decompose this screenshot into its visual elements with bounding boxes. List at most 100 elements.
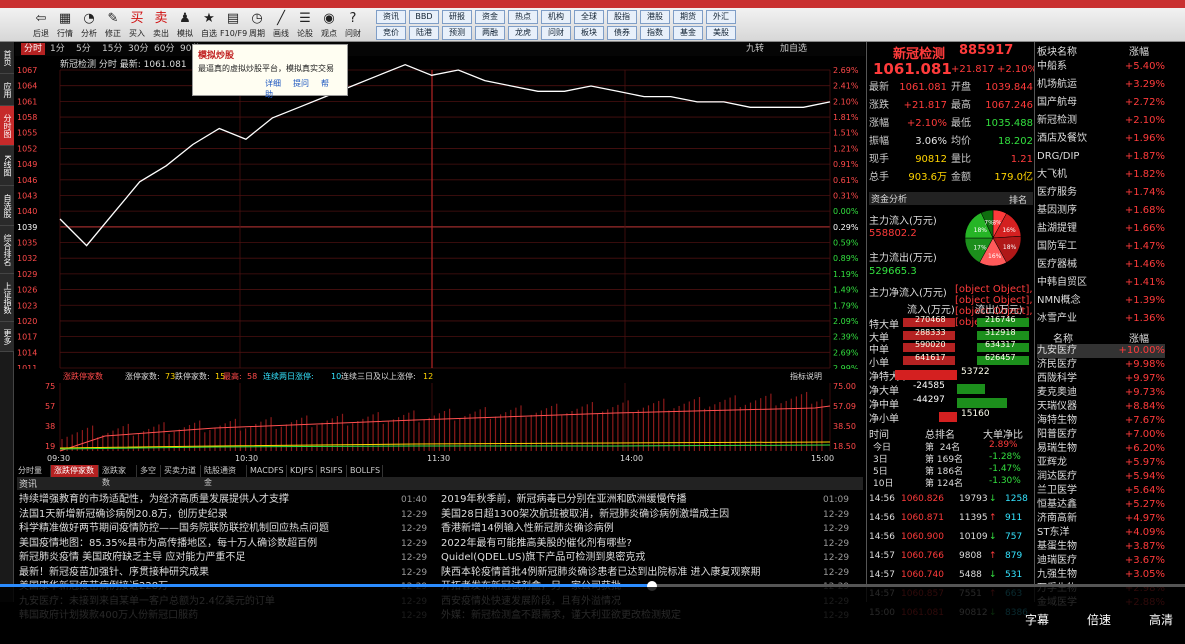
- toolbar-forum-button[interactable]: ☰ 论股: [292, 9, 318, 41]
- toolbar-favorite-button[interactable]: ★ 自选: [196, 9, 222, 41]
- toolbar-small-button[interactable]: 期货: [673, 10, 703, 24]
- stock-row[interactable]: 兰卫医学 +5.64%: [1037, 484, 1165, 498]
- toolbar-small-button[interactable]: 指数: [640, 26, 670, 40]
- stock-row[interactable]: 济民医疗 +9.98%: [1037, 358, 1165, 372]
- news-item[interactable]: 美国28日超1300架次航班被取消，新冠肺炎确诊病例激增成主因: [441, 508, 817, 522]
- intraday-chart[interactable]: 1067106410611058105510521049104610431040…: [15, 56, 865, 464]
- toolbar-simulate-button[interactable]: ♟ 模拟: [172, 9, 198, 41]
- news-item[interactable]: 2019年秋季前，新冠病毒已分别在亚洲和欧洲缓慢传播: [441, 493, 817, 507]
- toolbar-small-button[interactable]: 港股: [640, 10, 670, 24]
- sector-row[interactable]: 新冠检测 +2.10%: [1037, 112, 1165, 129]
- popup-link-1[interactable]: 提问: [293, 79, 309, 88]
- sector-row[interactable]: 中船系 +5.40%: [1037, 58, 1165, 75]
- left-tab-7[interactable]: 更多: [0, 322, 14, 352]
- news-item[interactable]: 法国1天新增新冠确诊病例20.8万，创历史纪录: [19, 508, 397, 522]
- toolbar-small-button[interactable]: 热点: [508, 10, 538, 24]
- news-item[interactable]: 科学精准做好两节期间疫情防控——国务院联防联控机制回应热点问题: [19, 522, 397, 536]
- toolbar-opinion-button[interactable]: ◉ 观点: [316, 9, 342, 41]
- sector-row[interactable]: NMN概念 +1.39%: [1037, 292, 1165, 309]
- stock-row[interactable]: 恒基达鑫 +5.27%: [1037, 498, 1165, 512]
- toolbar-back-button[interactable]: ⇦ 后退: [28, 9, 54, 41]
- sector-header-change[interactable]: 涨幅: [1129, 43, 1149, 58]
- stock-row[interactable]: 麦克奥迪 +9.73%: [1037, 386, 1165, 400]
- chart-control-0[interactable]: 九转: [743, 43, 767, 55]
- chart-tab-分时[interactable]: 分时: [21, 43, 46, 55]
- sector-row[interactable]: 冰雪产业 +1.36%: [1037, 310, 1165, 327]
- stock-header-change[interactable]: 涨幅: [1129, 330, 1149, 345]
- quality-button[interactable]: 高清: [1149, 611, 1173, 628]
- indicator-tab-0[interactable]: 分时量: [15, 465, 51, 477]
- chart-tab-5分[interactable]: 5分: [73, 43, 94, 55]
- toolbar-revise-button[interactable]: ✎ 修正: [100, 9, 126, 41]
- toolbar-small-button[interactable]: 板块: [574, 26, 604, 40]
- sim-trade-popup[interactable]: 模拟炒股 最逼真的虚拟炒股平台，模拟真实交易 详细 提问 帮助: [192, 44, 348, 99]
- sector-header-name[interactable]: 板块名称: [1037, 43, 1077, 58]
- stock-row[interactable]: 润达医疗 +5.94%: [1037, 470, 1165, 484]
- toolbar-sell-button[interactable]: 卖卖出: [148, 9, 174, 41]
- stock-row[interactable]: 易瑞生物 +6.20%: [1037, 442, 1165, 456]
- left-tab-6[interactable]: 上证指数: [0, 274, 14, 322]
- fund-rank-button[interactable]: 排名: [1009, 193, 1027, 206]
- toolbar-small-button[interactable]: 资讯: [376, 10, 406, 24]
- news-item[interactable]: 陕西本轮疫情首批4例新冠肺炎确诊患者已达到出院标准 进入康复观察期: [441, 566, 817, 580]
- toolbar-small-button[interactable]: 两融: [475, 26, 505, 40]
- indicator-tab-6[interactable]: MACDFS: [247, 465, 287, 477]
- stock-row[interactable]: 海特生物 +7.67%: [1037, 414, 1165, 428]
- left-tab-3[interactable]: K线图: [0, 146, 14, 186]
- toolbar-analysis-button[interactable]: ◔ 分析: [76, 9, 102, 41]
- sector-row[interactable]: 国防军工 +1.47%: [1037, 238, 1165, 255]
- stock-row[interactable]: 迪瑞医疗 +3.67%: [1037, 554, 1165, 568]
- toolbar-period-button[interactable]: ◷ 周期: [244, 9, 270, 41]
- toolbar-small-button[interactable]: 竞价: [376, 26, 406, 40]
- toolbar-small-button[interactable]: 美股: [706, 26, 736, 40]
- news-item[interactable]: 最新！新冠疫苗加强针、序贯接种研究成果: [19, 566, 397, 580]
- stock-row[interactable]: 九安医疗 +10.00%: [1037, 344, 1165, 358]
- toolbar-small-button[interactable]: 债券: [607, 26, 637, 40]
- indicator-tab-5[interactable]: 陆股通资金: [201, 465, 247, 487]
- stock-row[interactable]: 阳普医疗 +7.00%: [1037, 428, 1165, 442]
- news-item[interactable]: 持续增强教育的市场适配性，为经济高质量发展提供人才支撑: [19, 493, 397, 507]
- stock-header-name[interactable]: 名称: [1053, 330, 1073, 345]
- indicator-tab-8[interactable]: RSIFS: [317, 465, 347, 477]
- popup-link-0[interactable]: 详细: [265, 79, 281, 88]
- news-item[interactable]: 新冠肺炎疫情 美国政府缺乏主导 应对能力严重不足: [19, 551, 397, 565]
- toolbar-small-button[interactable]: 资金: [475, 10, 505, 24]
- chart-tab-30分[interactable]: 30分: [125, 43, 151, 55]
- news-item[interactable]: 香港新增14例输入性新冠肺炎确诊病例: [441, 522, 817, 536]
- sector-row[interactable]: 大飞机 +1.82%: [1037, 166, 1165, 183]
- stock-row[interactable]: 天瑞仪器 +8.84%: [1037, 400, 1165, 414]
- chart-tab-60分[interactable]: 60分: [151, 43, 177, 55]
- stock-row[interactable]: ST东洋 +4.09%: [1037, 526, 1165, 540]
- toolbar-small-button[interactable]: 股指: [607, 10, 637, 24]
- toolbar-small-button[interactable]: 陆港: [409, 26, 439, 40]
- speed-button[interactable]: 倍速: [1087, 611, 1111, 628]
- chart-tab-15分[interactable]: 15分: [99, 43, 125, 55]
- toolbar-buy-button[interactable]: 买买入: [124, 9, 150, 41]
- sector-row[interactable]: 盐湖提锂 +1.66%: [1037, 220, 1165, 237]
- toolbar-f10-button[interactable]: ▤ F10/F9: [220, 9, 247, 41]
- sector-row[interactable]: 基因测序 +1.68%: [1037, 202, 1165, 219]
- stock-row[interactable]: 亚辉龙 +5.97%: [1037, 456, 1165, 470]
- toolbar-small-button[interactable]: 龙虎: [508, 26, 538, 40]
- indicator-tab-9[interactable]: BOLLFS: [347, 465, 383, 477]
- sector-row[interactable]: DRG/DIP +1.87%: [1037, 148, 1165, 165]
- stock-row[interactable]: 九强生物 +3.05%: [1037, 568, 1165, 582]
- left-tab-2[interactable]: 分时图: [0, 106, 14, 146]
- stock-row[interactable]: 基蛋生物 +3.87%: [1037, 540, 1165, 554]
- left-tab-4[interactable]: 自选股: [0, 186, 14, 226]
- stock-row[interactable]: 西陇科学 +9.97%: [1037, 372, 1165, 386]
- toolbar-small-button[interactable]: BBD: [409, 10, 439, 24]
- toolbar-wencai-button[interactable]: ? 问财: [340, 9, 366, 41]
- sector-row[interactable]: 医疗服务 +1.74%: [1037, 184, 1165, 201]
- left-tab-0[interactable]: 首页: [0, 42, 14, 74]
- stock-row[interactable]: 济南高新 +4.97%: [1037, 512, 1165, 526]
- toolbar-drawline-button[interactable]: ╱ 画线: [268, 9, 294, 41]
- toolbar-market-button[interactable]: ▦ 行情: [52, 9, 78, 41]
- toolbar-small-button[interactable]: 基金: [673, 26, 703, 40]
- toolbar-small-button[interactable]: 全球: [574, 10, 604, 24]
- news-item[interactable]: 2022年最有可能推高美股的催化剂有哪些?: [441, 537, 817, 551]
- right-scrollbar[interactable]: [1166, 42, 1185, 602]
- indicator-tab-3[interactable]: 多空: [137, 465, 161, 477]
- indicator-tab-2[interactable]: 涨跌家数: [99, 465, 137, 487]
- toolbar-small-button[interactable]: 问财: [541, 26, 571, 40]
